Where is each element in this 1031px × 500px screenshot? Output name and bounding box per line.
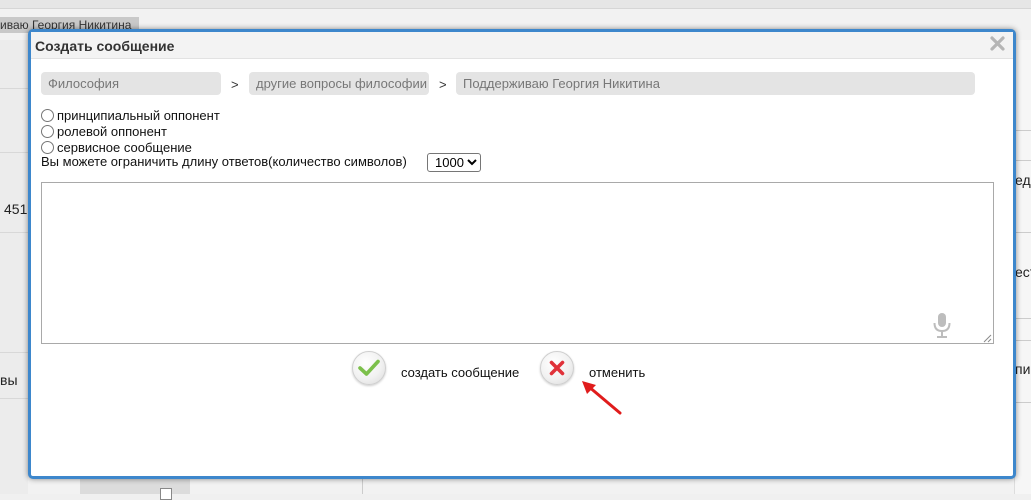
role-radio-principal[interactable] <box>41 108 54 122</box>
role-label: принципиальный оппонент <box>57 107 220 123</box>
background-left-column <box>0 40 28 494</box>
topic-field[interactable]: Поддерживаю Георгия Никитина <box>456 72 975 95</box>
role-option-principal[interactable]: принципиальный оппонент <box>41 107 220 123</box>
message-textarea[interactable] <box>41 182 994 344</box>
check-icon <box>352 351 386 385</box>
background-text-fragment: пи <box>1015 361 1031 377</box>
background-checkbox[interactable] <box>160 488 172 500</box>
dialog-titlebar: Создать сообщение <box>31 32 1013 59</box>
background-divider <box>362 478 363 494</box>
microphone-icon[interactable] <box>930 311 954 339</box>
role-radio-service[interactable] <box>41 140 54 154</box>
role-option-service[interactable]: сервисное сообщение <box>41 139 192 155</box>
background-divider <box>1015 232 1031 233</box>
role-label: сервисное сообщение <box>57 139 192 155</box>
background-top-bar <box>0 0 1031 9</box>
background-text: вы <box>0 372 18 388</box>
resize-grip-icon[interactable] <box>983 334 992 343</box>
role-option-role-opponent[interactable]: ролевой оппонент <box>41 123 167 139</box>
background-divider <box>1015 340 1031 341</box>
background-divider <box>1015 130 1031 131</box>
background-divider <box>0 352 28 353</box>
category-field[interactable]: Философия <box>41 72 221 95</box>
role-radio-role-opponent[interactable] <box>41 124 54 138</box>
length-limit-label: Вы можете ограничить длину ответов(колич… <box>41 154 407 169</box>
background-text-fragment: ест <box>1015 264 1031 280</box>
background-divider <box>0 232 28 233</box>
create-message-label: создать сообщение <box>401 364 520 380</box>
create-message-dialog: Создать сообщение Философия > другие воп… <box>28 29 1016 479</box>
background-divider <box>1015 318 1031 319</box>
background-divider <box>0 152 28 153</box>
background-divider <box>0 88 28 89</box>
subcategory-field[interactable]: другие вопросы философии <box>249 72 429 95</box>
dialog-title: Создать сообщение <box>35 38 175 54</box>
background-divider <box>0 398 28 399</box>
length-limit-select[interactable]: 1000 <box>427 153 481 172</box>
path-separator: > <box>439 77 447 92</box>
x-icon <box>540 351 574 385</box>
background-divider <box>1015 402 1031 403</box>
create-message-button[interactable]: создать сообщение <box>352 351 519 385</box>
background-divider <box>1015 160 1031 161</box>
role-label: ролевой оппонент <box>57 123 167 139</box>
background-bottom-strip <box>80 478 190 494</box>
background-number: 451 <box>4 201 28 217</box>
close-icon[interactable] <box>989 35 1006 52</box>
path-separator: > <box>231 77 239 92</box>
background-text-fragment: едо <box>1015 172 1031 188</box>
annotation-arrow-icon <box>582 381 622 415</box>
